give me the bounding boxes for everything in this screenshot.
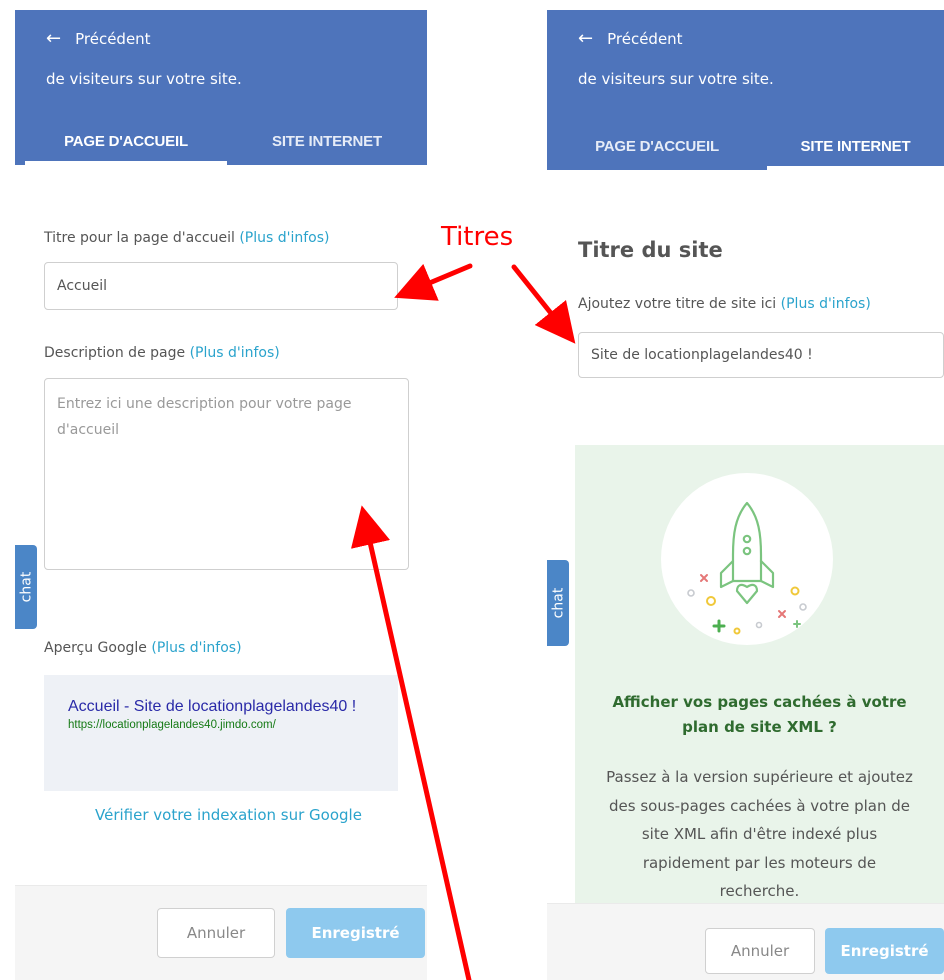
annotation-arrows	[351, 263, 576, 980]
annotation-arrow-page-title	[394, 263, 473, 301]
annotation-arrow-description	[351, 505, 472, 980]
annotation-arrow-site-title	[511, 264, 576, 344]
